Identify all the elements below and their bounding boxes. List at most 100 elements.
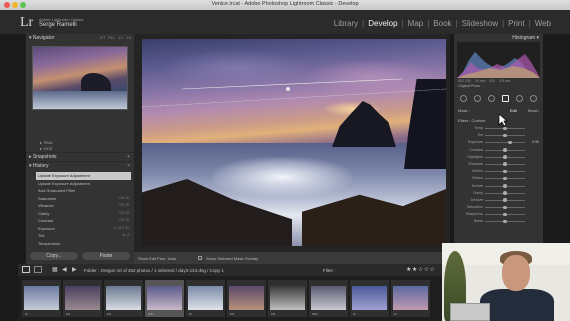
slider-knob[interactable] [503,126,507,130]
copy-button[interactable]: Copy... [30,252,78,260]
navigator-zoom-option[interactable]: 1:1 [118,36,123,40]
grid-view-icon[interactable]: ▦ [52,266,58,273]
filmstrip-thumbnail[interactable]: ••• [63,280,102,317]
history-item[interactable]: Update Exposure Adjustment [36,172,131,180]
history-item[interactable]: Add Graduated Filter [36,187,131,195]
module-slideshow[interactable]: Slideshow [462,19,498,28]
slider-blacks[interactable]: Blacks [454,175,543,182]
slider-shadows[interactable]: Shadows [454,161,543,168]
history-item[interactable]: Tint -6 -4 [36,232,131,240]
slider-label: Dehaze [470,197,483,202]
histogram-header[interactable]: Histogram ▾ [454,34,543,42]
slider-knob[interactable] [503,184,507,188]
navigator-zoom-option[interactable]: 1:3 [126,36,131,40]
main-photo[interactable] [142,39,446,246]
slider-noise[interactable]: Noise [454,218,543,225]
filmstrip-thumbnail[interactable]: ••• [104,280,143,317]
back-arrow-icon[interactable]: ◀ [62,266,67,273]
history-item[interactable]: Temperature [36,240,131,248]
mask-edit-button[interactable]: Edit [510,108,517,113]
histogram[interactable] [457,42,540,78]
slider-knob[interactable] [503,191,507,195]
radial-filter-tool-icon[interactable] [516,95,523,102]
thumbnail-rating: •••• [312,311,318,316]
filmstrip-source-path[interactable]: Folder : Oregon 10 of 262 photos / 1 sel… [84,268,224,273]
filmstrip-thumbnail[interactable]: ••• [227,280,266,317]
filmstrip-thumbnail[interactable]: •• [350,280,389,317]
module-print[interactable]: Print [508,19,524,28]
slider-label: Tint [477,133,483,138]
filmstrip-thumbnail[interactable]: •••• [309,280,348,317]
slider-tint[interactable]: Tint [454,132,543,139]
slider-label: Saturation [466,205,483,210]
slider-knob[interactable] [503,212,507,217]
edit-pins-mode-select[interactable]: Auto [168,256,176,261]
slider-clarity[interactable]: Clarity [454,190,543,197]
module-book[interactable]: Book [433,19,451,28]
module-library[interactable]: Library [334,19,358,28]
mask-overlay-checkbox[interactable] [198,256,202,260]
image-canvas[interactable] [134,34,450,252]
camera-info-value: 24 mm [474,79,486,83]
slider-knob[interactable] [503,162,507,166]
slider-texture[interactable]: Texture [454,183,543,190]
snapshots-header[interactable]: ▸ Snapshots + [26,152,134,161]
module-develop[interactable]: Develop [368,19,397,28]
history-item[interactable]: Exposure -0.10 0.10 [36,225,131,233]
navigator-preview[interactable] [32,46,128,110]
original-photo-checkbox[interactable]: Original Photo [454,84,543,90]
slider-whites[interactable]: Whites [454,168,543,175]
slider-knob[interactable] [503,148,507,152]
history-item[interactable]: Clarity +33 33 [36,210,131,218]
slider-knob[interactable] [503,169,507,174]
clear-history-icon[interactable]: × [127,162,130,171]
module-map[interactable]: Map [408,19,424,28]
graduated-filter-overlay[interactable] [142,39,446,246]
crop-tool-icon[interactable] [460,95,467,102]
paste-button[interactable]: Paste [82,252,130,260]
history-item[interactable]: Contrast +25 25 [36,217,131,225]
slider-knob[interactable] [503,155,507,159]
slider-track[interactable] [485,142,525,144]
module-web[interactable]: Web [535,19,551,28]
slider-knob[interactable] [508,140,512,145]
navigator-zoom-option[interactable]: FILL [108,36,115,40]
forward-arrow-icon[interactable]: ▶ [72,266,77,273]
slider-label: Highlights [467,154,483,159]
filmstrip-thumbnail[interactable]: •• [22,280,61,317]
secondary-display-icon[interactable] [34,266,42,273]
filmstrip-thumbnail[interactable]: •• [391,280,430,317]
navigator-zoom-option[interactable]: FIT [100,36,105,40]
history-item[interactable]: Update Exposure Adjustment [36,180,131,188]
slider-knob[interactable] [503,205,507,210]
primary-display-icon[interactable] [22,266,30,273]
adjustment-brush-tool-icon[interactable] [530,95,537,102]
mask-brush-button[interactable]: Brush [528,108,538,113]
history-header[interactable]: ▾ History × [26,161,134,170]
red-eye-tool-icon[interactable] [488,95,495,102]
effect-preset-select[interactable]: Custom [472,118,486,123]
thumbnail-image [393,286,428,310]
slider-exposure[interactable]: Exposure 0.90 [454,139,543,146]
history-item[interactable]: Vibrance +25 25 [36,202,131,210]
filmstrip-thumbnail[interactable]: •••• [145,280,184,317]
slider-saturation[interactable]: Saturation [454,204,543,211]
slider-knob[interactable] [503,176,507,181]
filmstrip-thumbnail[interactable]: ••• [268,280,307,317]
slider-highlights[interactable]: Highlights [454,154,543,161]
history-item[interactable]: Saturation +16 16 [36,195,131,203]
slider-knob[interactable] [503,219,507,224]
navigator-header[interactable]: ▾ Navigator FIT FILL 1:1 1:3 [26,34,134,42]
slider-dehaze[interactable]: Dehaze [454,197,543,204]
filmstrip-thumbnail[interactable]: •• [186,280,225,317]
spot-removal-tool-icon[interactable] [474,95,481,102]
navigator-zoom-options[interactable]: FIT FILL 1:1 1:3 [97,34,131,42]
slider-sharpness[interactable]: Sharpness [454,211,543,218]
thumbnail-image [147,286,182,310]
graduated-filter-tool-icon[interactable] [502,95,509,102]
slider-knob[interactable] [503,198,507,202]
rating-filter-stars[interactable]: ★★☆☆☆ [406,266,435,273]
slider-contrast[interactable]: Contrast [454,147,543,154]
panel-spacer [26,110,134,140]
slider-knob[interactable] [503,133,507,138]
